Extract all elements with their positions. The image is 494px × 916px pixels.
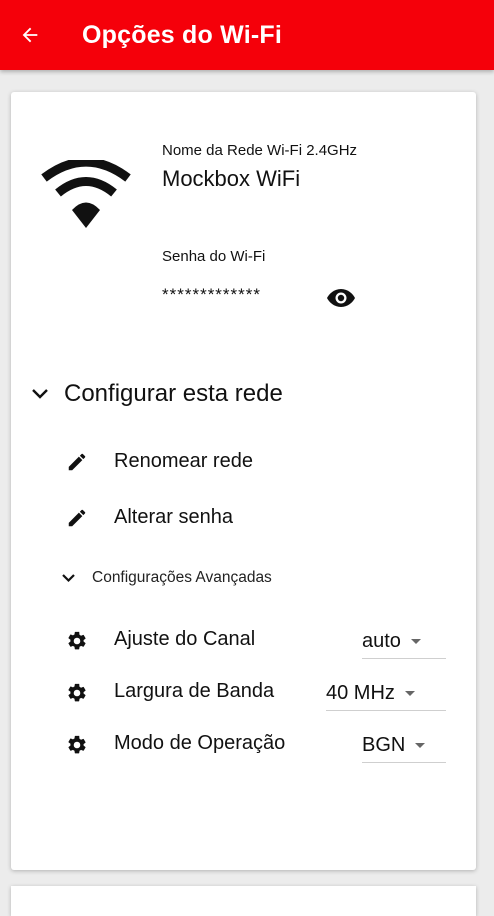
show-password-button[interactable] (326, 287, 356, 309)
change-password-button[interactable]: Alterar senha (66, 506, 233, 529)
dropdown-arrow-icon (415, 742, 426, 748)
operation-mode-setting-row: Modo de Operação BGN (66, 728, 446, 764)
network-name-label: Nome da Rede Wi-Fi 2.4GHz (162, 142, 358, 159)
chevron-down-icon (30, 384, 50, 404)
chevron-down-icon (58, 568, 78, 588)
rename-network-button[interactable]: Renomear rede (66, 450, 253, 473)
page-title: Opções do Wi-Fi (82, 20, 282, 49)
channel-setting-label: Ajuste do Canal (114, 628, 256, 650)
change-password-label: Alterar senha (114, 506, 233, 528)
pencil-icon (68, 509, 86, 526)
password-label: Senha do Wi-Fi (162, 248, 266, 265)
configure-network-toggle[interactable]: Configurar esta rede (30, 380, 283, 408)
advanced-settings-title: Configurações Avançadas (92, 569, 272, 586)
channel-select-value: auto (362, 629, 401, 652)
rename-network-label: Renomear rede (114, 450, 253, 472)
next-card (11, 886, 476, 916)
pencil-icon (68, 453, 86, 470)
network-name-value: Mockbox WiFi (162, 166, 301, 191)
channel-select[interactable]: auto (362, 624, 446, 659)
arrow-left-icon (22, 27, 38, 43)
eye-icon (327, 289, 355, 307)
dropdown-arrow-icon (410, 638, 421, 644)
gear-icon (68, 631, 86, 650)
bandwidth-setting-row: Largura de Banda 40 MHz (66, 676, 446, 712)
app-bar: Opções do Wi-Fi (0, 0, 494, 70)
channel-setting-row: Ajuste do Canal auto (66, 624, 446, 660)
configure-network-title: Configurar esta rede (64, 380, 283, 407)
bandwidth-setting-label: Largura de Banda (114, 680, 275, 702)
dropdown-arrow-icon (404, 690, 415, 696)
bandwidth-select-value: 40 MHz (326, 681, 395, 704)
bandwidth-select[interactable]: 40 MHz (326, 676, 446, 711)
operation-mode-select[interactable]: BGN (362, 728, 446, 763)
password-value: ************* (162, 285, 262, 304)
advanced-settings-toggle[interactable]: Configurações Avançadas (58, 568, 272, 588)
wifi-icon (41, 160, 131, 228)
back-button[interactable] (16, 21, 44, 49)
operation-mode-select-value: BGN (362, 733, 406, 756)
gear-icon (68, 735, 86, 754)
gear-icon (68, 683, 86, 702)
operation-mode-setting-label: Modo de Operação (114, 732, 286, 754)
